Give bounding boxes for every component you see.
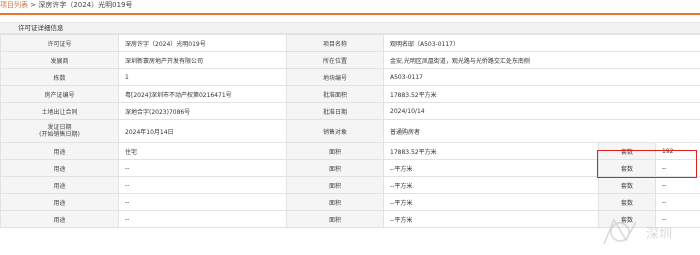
issue-date-label-line2: (开始销售日期) bbox=[39, 131, 80, 138]
unit-count-value: -- bbox=[654, 210, 700, 228]
usage-label: 用途 bbox=[0, 142, 119, 160]
area-value: --平方米 bbox=[383, 176, 599, 194]
usage-value: 住宅 bbox=[118, 142, 287, 160]
usage-row: 用途 住宅 面积 17883.52平方米 套数 192 bbox=[0, 142, 700, 160]
area-value: --平方米 bbox=[383, 159, 599, 177]
area-label: 面积 bbox=[286, 176, 384, 194]
unit-count-label: 套数 bbox=[598, 193, 656, 211]
unit-count-label: 套数 bbox=[598, 159, 656, 177]
plot-number-value: A503-0117 bbox=[382, 68, 700, 86]
unit-count-value: -- bbox=[654, 176, 700, 194]
area-label: 面积 bbox=[286, 142, 384, 160]
area-value: 17883.52平方米 bbox=[383, 142, 599, 160]
unit-count-value: 192 bbox=[654, 142, 700, 160]
issue-date-label-line1: 发证日期 bbox=[47, 124, 72, 131]
approved-area-label: 批准面积 bbox=[286, 85, 384, 103]
usage-row: 用途 -- 面积 --平方米 套数 -- bbox=[0, 193, 700, 211]
project-name-label: 项目名称 bbox=[286, 34, 384, 52]
breadcrumb-current: 深房许字（2024）光明019号 bbox=[38, 1, 133, 9]
usage-label: 用途 bbox=[0, 176, 119, 194]
issue-date-value: 2024年10月14日 bbox=[118, 119, 287, 143]
table-row: 发展商 深圳新寰房地产开发有限公司 所在位置 金安,光明区凤凰街道，观光路与光侨… bbox=[0, 51, 700, 69]
plot-number-label: 地块编号 bbox=[286, 68, 384, 86]
unit-count-label: 套数 bbox=[598, 142, 656, 160]
usage-row: 用途 -- 面积 --平方米 套数 -- bbox=[0, 176, 700, 194]
building-count-value: 1 bbox=[118, 68, 287, 86]
area-value: --平方米 bbox=[383, 210, 599, 228]
area-label: 面积 bbox=[286, 159, 384, 177]
table-row: 许可证号 深房许字（2024）光明019号 项目名称 观明名邸（A503-011… bbox=[0, 34, 700, 52]
usage-value: -- bbox=[118, 176, 287, 194]
license-number-label: 许可证号 bbox=[0, 34, 119, 52]
issue-date-label: 发证日期 (开始销售日期) bbox=[0, 119, 119, 143]
breadcrumb-project-list-link[interactable]: 项目列表 bbox=[0, 1, 28, 9]
usage-row: 用途 -- 面积 --平方米 套数 -- bbox=[0, 210, 700, 228]
usage-label: 用途 bbox=[0, 210, 119, 228]
section-title: 许可证详细信息 bbox=[18, 24, 64, 32]
area-value: --平方米 bbox=[383, 193, 599, 211]
header-divider bbox=[0, 13, 700, 15]
approval-date-value: 2024/10/14 bbox=[382, 102, 700, 120]
usage-label: 用途 bbox=[0, 159, 119, 177]
developer-label: 发展商 bbox=[0, 51, 119, 69]
project-name-value: 观明名邸（A503-0117） bbox=[382, 34, 700, 52]
license-number-value: 深房许字（2024）光明019号 bbox=[118, 34, 287, 52]
location-label: 所在位置 bbox=[286, 51, 384, 69]
unit-count-label: 套数 bbox=[598, 210, 656, 228]
table-row: 房产证编号 粤[2024]深圳市不动产权第0216471号 批准面积 17883… bbox=[0, 85, 700, 103]
usage-row: 用途 -- 面积 --平方米 套数 -- bbox=[0, 159, 700, 177]
table-row: 栋数 1 地块编号 A503-0117 bbox=[0, 68, 700, 86]
watermark-text: 深圳 bbox=[646, 227, 672, 242]
license-detail-table: 许可证号 深房许字（2024）光明019号 项目名称 观明名邸（A503-011… bbox=[0, 34, 700, 228]
breadcrumb-separator: > bbox=[28, 1, 39, 9]
breadcrumb: 项目列表 > 深房许字（2024）光明019号 bbox=[0, 0, 700, 13]
property-cert-label: 房产证编号 bbox=[0, 85, 119, 103]
area-label: 面积 bbox=[286, 193, 384, 211]
area-label: 面积 bbox=[286, 210, 384, 228]
usage-value: -- bbox=[118, 210, 287, 228]
approval-date-label: 批准日期 bbox=[286, 102, 384, 120]
developer-value: 深圳新寰房地产开发有限公司 bbox=[118, 51, 287, 69]
land-contract-label: 土地出让合同 bbox=[0, 102, 119, 120]
sales-target-value: 普通购房者 bbox=[382, 119, 700, 143]
table-row: 土地出让合同 深地合字(2023)7086号 批准日期 2024/10/14 bbox=[0, 102, 700, 120]
usage-value: -- bbox=[118, 159, 287, 177]
property-cert-value: 粤[2024]深圳市不动产权第0216471号 bbox=[118, 85, 287, 103]
location-value: 金安,光明区凤凰街道，观光路与光侨路交汇处东南侧 bbox=[382, 51, 700, 69]
unit-count-value: -- bbox=[654, 159, 700, 177]
unit-count-value: -- bbox=[654, 193, 700, 211]
sales-target-label: 销售对象 bbox=[286, 119, 384, 143]
unit-count-label: 套数 bbox=[598, 176, 656, 194]
section-header: 许可证详细信息 bbox=[0, 22, 700, 34]
building-count-label: 栋数 bbox=[0, 68, 119, 86]
table-row: 发证日期 (开始销售日期) 2024年10月14日 销售对象 普通购房者 bbox=[0, 119, 700, 143]
approved-area-value: 17883.52平方米 bbox=[382, 85, 700, 103]
usage-label: 用途 bbox=[0, 193, 119, 211]
usage-value: -- bbox=[118, 193, 287, 211]
land-contract-value: 深地合字(2023)7086号 bbox=[118, 102, 287, 120]
